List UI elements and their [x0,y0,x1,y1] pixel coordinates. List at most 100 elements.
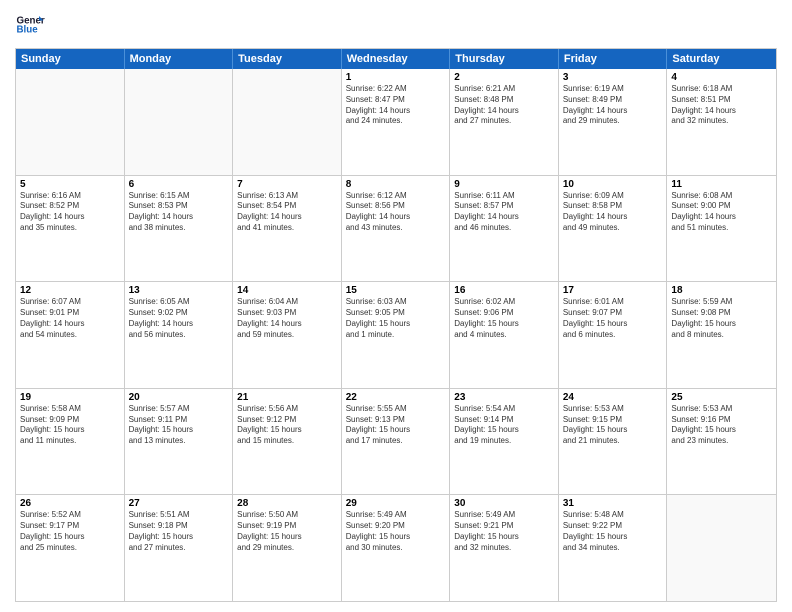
day-cell-6: 6Sunrise: 6:15 AMSunset: 8:53 PMDaylight… [125,176,234,282]
cell-info-line: and 35 minutes. [20,223,120,234]
day-cell-12: 12Sunrise: 6:07 AMSunset: 9:01 PMDayligh… [16,282,125,388]
day-number: 14 [237,285,337,296]
cell-info-line: Sunset: 9:02 PM [129,308,229,319]
cell-info-line: Sunrise: 5:54 AM [454,404,554,415]
cell-info-line: Daylight: 15 hours [237,425,337,436]
day-cell-3: 3Sunrise: 6:19 AMSunset: 8:49 PMDaylight… [559,69,668,175]
cell-info-line: Daylight: 15 hours [346,319,446,330]
cell-info-line: and 56 minutes. [129,330,229,341]
calendar-week-5: 26Sunrise: 5:52 AMSunset: 9:17 PMDayligh… [16,494,776,601]
day-cell-20: 20Sunrise: 5:57 AMSunset: 9:11 PMDayligh… [125,389,234,495]
day-number: 28 [237,498,337,509]
day-cell-13: 13Sunrise: 6:05 AMSunset: 9:02 PMDayligh… [125,282,234,388]
cell-info-line: Daylight: 14 hours [237,212,337,223]
day-cell-9: 9Sunrise: 6:11 AMSunset: 8:57 PMDaylight… [450,176,559,282]
header-day-thursday: Thursday [450,49,559,69]
calendar: SundayMondayTuesdayWednesdayThursdayFrid… [15,48,777,602]
day-cell-31: 31Sunrise: 5:48 AMSunset: 9:22 PMDayligh… [559,495,668,601]
day-cell-21: 21Sunrise: 5:56 AMSunset: 9:12 PMDayligh… [233,389,342,495]
day-cell-24: 24Sunrise: 5:53 AMSunset: 9:15 PMDayligh… [559,389,668,495]
day-cell-30: 30Sunrise: 5:49 AMSunset: 9:21 PMDayligh… [450,495,559,601]
cell-info-line: Sunset: 9:06 PM [454,308,554,319]
cell-info-line: and 46 minutes. [454,223,554,234]
cell-info-line: and 29 minutes. [237,543,337,554]
day-cell-25: 25Sunrise: 5:53 AMSunset: 9:16 PMDayligh… [667,389,776,495]
cell-info-line: Sunset: 9:00 PM [671,201,772,212]
cell-info-line: and 32 minutes. [671,116,772,127]
cell-info-line: Sunrise: 5:56 AM [237,404,337,415]
day-number: 19 [20,392,120,403]
day-number: 2 [454,72,554,83]
cell-info-line: Daylight: 15 hours [20,425,120,436]
header-day-wednesday: Wednesday [342,49,451,69]
day-number: 15 [346,285,446,296]
cell-info-line: Daylight: 15 hours [671,425,772,436]
day-cell-11: 11Sunrise: 6:08 AMSunset: 9:00 PMDayligh… [667,176,776,282]
day-cell-15: 15Sunrise: 6:03 AMSunset: 9:05 PMDayligh… [342,282,451,388]
empty-cell [233,69,342,175]
day-number: 12 [20,285,120,296]
cell-info-line: and 17 minutes. [346,436,446,447]
cell-info-line: Sunrise: 6:09 AM [563,191,663,202]
cell-info-line: Sunset: 8:47 PM [346,95,446,106]
calendar-week-1: 1Sunrise: 6:22 AMSunset: 8:47 PMDaylight… [16,69,776,175]
cell-info-line: and 24 minutes. [346,116,446,127]
cell-info-line: Daylight: 14 hours [563,106,663,117]
calendar-week-4: 19Sunrise: 5:58 AMSunset: 9:09 PMDayligh… [16,388,776,495]
cell-info-line: and 29 minutes. [563,116,663,127]
day-number: 20 [129,392,229,403]
cell-info-line: Daylight: 14 hours [671,212,772,223]
day-number: 5 [20,179,120,190]
day-cell-4: 4Sunrise: 6:18 AMSunset: 8:51 PMDaylight… [667,69,776,175]
cell-info-line: Sunrise: 5:50 AM [237,510,337,521]
cell-info-line: Daylight: 14 hours [563,212,663,223]
day-cell-18: 18Sunrise: 5:59 AMSunset: 9:08 PMDayligh… [667,282,776,388]
svg-text:Blue: Blue [17,25,39,36]
empty-cell [16,69,125,175]
cell-info-line: Daylight: 15 hours [237,532,337,543]
empty-cell [125,69,234,175]
day-number: 8 [346,179,446,190]
calendar-week-2: 5Sunrise: 6:16 AMSunset: 8:52 PMDaylight… [16,175,776,282]
cell-info-line: and 8 minutes. [671,330,772,341]
calendar-week-3: 12Sunrise: 6:07 AMSunset: 9:01 PMDayligh… [16,281,776,388]
day-number: 21 [237,392,337,403]
cell-info-line: and 1 minute. [346,330,446,341]
header-day-tuesday: Tuesday [233,49,342,69]
cell-info-line: Sunrise: 6:02 AM [454,297,554,308]
logo-icon: General Blue [15,10,45,40]
day-cell-28: 28Sunrise: 5:50 AMSunset: 9:19 PMDayligh… [233,495,342,601]
cell-info-line: Sunset: 9:09 PM [20,415,120,426]
cell-info-line: Sunset: 9:01 PM [20,308,120,319]
cell-info-line: Daylight: 15 hours [129,425,229,436]
cell-info-line: Sunrise: 6:21 AM [454,84,554,95]
cell-info-line: Sunrise: 6:03 AM [346,297,446,308]
cell-info-line: Sunrise: 5:51 AM [129,510,229,521]
cell-info-line: Daylight: 15 hours [454,319,554,330]
cell-info-line: Daylight: 14 hours [237,319,337,330]
cell-info-line: and 51 minutes. [671,223,772,234]
day-number: 26 [20,498,120,509]
cell-info-line: Daylight: 15 hours [454,425,554,436]
cell-info-line: and 15 minutes. [237,436,337,447]
cell-info-line: Sunrise: 5:58 AM [20,404,120,415]
header-day-monday: Monday [125,49,234,69]
cell-info-line: Sunrise: 6:15 AM [129,191,229,202]
calendar-body: 1Sunrise: 6:22 AMSunset: 8:47 PMDaylight… [16,69,776,601]
cell-info-line: Sunrise: 6:04 AM [237,297,337,308]
logo: General Blue [15,10,45,40]
day-number: 4 [671,72,772,83]
page: General Blue SundayMondayTuesdayWednesda… [0,0,792,612]
header-day-friday: Friday [559,49,668,69]
cell-info-line: Sunset: 9:19 PM [237,521,337,532]
cell-info-line: Daylight: 14 hours [129,319,229,330]
cell-info-line: and 32 minutes. [454,543,554,554]
cell-info-line: Sunrise: 5:53 AM [563,404,663,415]
cell-info-line: and 30 minutes. [346,543,446,554]
day-number: 24 [563,392,663,403]
cell-info-line: Sunset: 9:08 PM [671,308,772,319]
cell-info-line: and 21 minutes. [563,436,663,447]
cell-info-line: and 6 minutes. [563,330,663,341]
cell-info-line: and 41 minutes. [237,223,337,234]
cell-info-line: Sunrise: 6:13 AM [237,191,337,202]
